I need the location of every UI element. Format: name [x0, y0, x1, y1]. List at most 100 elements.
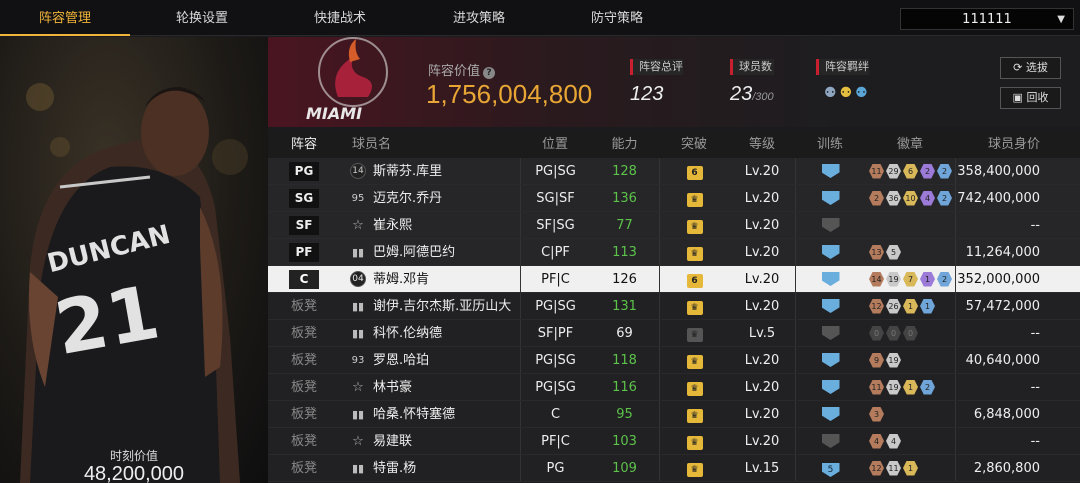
breakthrough-cell[interactable]: ♛ — [659, 401, 729, 427]
bond-group-icon[interactable]: ⚉ — [824, 85, 840, 101]
training-cell[interactable] — [795, 239, 865, 265]
player-count-max: /300 — [752, 91, 774, 103]
table-row[interactable]: 板凳 ▮▮ 特雷.杨 PG 109 ♛ Lv.15 5 12 11 1 2,860,8… — [268, 455, 1080, 482]
lineup-value: 1,756,004,800 — [426, 79, 593, 109]
training-cell[interactable] — [795, 293, 865, 319]
badges-cell[interactable]: 3 — [865, 401, 955, 427]
player-name-cell[interactable]: ☆ 林书豪 — [340, 374, 520, 400]
badges-cell[interactable] — [865, 212, 955, 238]
crown-icon: ♛ — [686, 436, 703, 450]
table-row[interactable]: SG 95 迈克尔.乔丹 SG|SF 136 ♛ Lv.20 2 36 10 4 2 74… — [268, 185, 1080, 212]
breakthrough-cell[interactable]: 6 — [659, 158, 729, 184]
table-row[interactable]: 板凳 ☆ 林书豪 PG|SG 116 ♛ Lv.20 11 19 1 2 -- — [268, 374, 1080, 401]
breakthrough-cell[interactable]: 6 — [659, 266, 729, 292]
breakthrough-cell[interactable]: ♛ — [659, 455, 729, 481]
level-cell: Lv.15 — [744, 461, 780, 476]
select-button[interactable]: ⟳ 选拔 — [1000, 57, 1061, 79]
player-name-cell[interactable]: 95 迈克尔.乔丹 — [340, 185, 520, 211]
player-name-cell[interactable]: 04 蒂姆.邓肯 — [340, 266, 520, 292]
training-cell[interactable] — [795, 185, 865, 211]
table-row[interactable]: PF ▮▮ 巴姆.阿德巴约 C|PF 113 ♛ Lv.20 13 5 11,264… — [268, 239, 1080, 266]
breakthrough-cell[interactable]: ♛ — [659, 185, 729, 211]
player-name-cell[interactable]: ☆ 易建联 — [340, 428, 520, 454]
breakthrough-cell[interactable]: ♛ — [659, 428, 729, 454]
table-row[interactable]: 板凳 ☆ 易建联 PF|C 103 ♛ Lv.20 44 -- — [268, 428, 1080, 455]
table-row[interactable]: PG 14 斯蒂芬.库里 PG|SG 128 6 Lv.20 11 29 6 2 2 35… — [268, 158, 1080, 185]
breakthrough-cell[interactable]: ♛ — [659, 239, 729, 265]
badges-cell[interactable]: 2 36 10 4 2 — [865, 185, 955, 211]
badges-cell[interactable]: 000 — [865, 320, 955, 346]
lineup-slot[interactable]: PF — [268, 239, 340, 265]
bond-group-icon[interactable]: ⚉ — [840, 85, 856, 101]
badges-cell[interactable]: 12 11 1 — [865, 455, 955, 481]
tab-offense-strategy[interactable]: 进攻策略 — [414, 0, 544, 36]
badges-cell[interactable]: 11 19 1 2 — [865, 374, 955, 400]
badges-cell[interactable]: 44 — [865, 428, 955, 454]
table-row[interactable]: C 04 蒂姆.邓肯 PF|C 126 6 Lv.20 14 19 7 1 2 352,0… — [268, 266, 1080, 293]
player-name-cell[interactable]: 93 罗恩.哈珀 — [340, 347, 520, 373]
tab-quick-tactics[interactable]: 快捷战术 — [275, 0, 405, 36]
training-cell[interactable] — [795, 428, 865, 454]
table-row[interactable]: 板凳 93 罗恩.哈珀 PG|SG 118 ♛ Lv.20 9 19 40,640,… — [268, 347, 1080, 374]
badge-icon: 2 — [920, 379, 935, 395]
player-name-cell[interactable]: ▮▮ 巴姆.阿德巴约 — [340, 239, 520, 265]
table-row[interactable]: 板凳 ▮▮ 科怀.伦纳德 SF|PF 69 ♛ Lv.5 000 -- — [268, 320, 1080, 347]
table-row[interactable]: 板凳 ▮▮ 哈桑.怀特塞德 C 95 ♛ Lv.20 3 6,848,000 — [268, 401, 1080, 428]
team-dropdown[interactable]: 111111 ▼ — [900, 8, 1074, 30]
training-cell[interactable] — [795, 347, 865, 373]
bond-icons[interactable]: ⚉⚉⚉ — [824, 85, 871, 101]
lineup-slot[interactable]: 板凳 — [268, 428, 340, 454]
player-value-cell: -- — [955, 320, 1060, 346]
training-shield-icon — [821, 326, 840, 340]
lineup-slot[interactable]: 板凳 — [268, 320, 340, 346]
badges-cell[interactable]: 11 29 6 2 2 — [865, 158, 955, 184]
training-cell[interactable] — [795, 266, 865, 292]
breakthrough-cell[interactable]: ♛ — [659, 347, 729, 373]
lineup-slot[interactable]: 板凳 — [268, 401, 340, 427]
player-name-cell[interactable]: ▮▮ 特雷.杨 — [340, 455, 520, 481]
lineup-slot[interactable]: 板凳 — [268, 347, 340, 373]
lineup-slot[interactable]: C — [268, 266, 340, 292]
training-shield-icon — [821, 191, 840, 205]
tab-defense-strategy[interactable]: 防守策略 — [552, 0, 682, 36]
lineup-slot[interactable]: 板凳 — [268, 374, 340, 400]
player-name-cell[interactable]: ▮▮ 哈桑.怀特塞德 — [340, 401, 520, 427]
badges-cell[interactable]: 9 19 — [865, 347, 955, 373]
breakthrough-cell[interactable]: ♛ — [659, 293, 729, 319]
lineup-slot[interactable]: 板凳 — [268, 455, 340, 481]
slot-label: 板凳 — [290, 353, 317, 368]
table-row[interactable]: 板凳 ▮▮ 谢伊.吉尔杰斯.亚历山大 PG|SG 131 ♛ Lv.20 12 26… — [268, 293, 1080, 320]
breakthrough-cell[interactable]: ♛ — [659, 320, 729, 346]
training-cell[interactable] — [795, 401, 865, 427]
training-cell[interactable] — [795, 212, 865, 238]
lineup-slot[interactable]: SG — [268, 185, 340, 211]
bond-group-icon[interactable]: ⚉ — [855, 85, 871, 101]
player-name-cell[interactable]: ▮▮ 谢伊.吉尔杰斯.亚历山大 — [340, 293, 520, 319]
position-cell: SF|SG — [520, 212, 590, 238]
training-cell[interactable]: 5 — [795, 455, 865, 481]
breakthrough-cell[interactable]: ♛ — [659, 374, 729, 400]
badges-cell[interactable]: 14 19 7 1 2 — [865, 266, 955, 292]
badges-cell[interactable]: 13 5 — [865, 239, 955, 265]
badges-cell[interactable]: 12 26 1 1 — [865, 293, 955, 319]
ability-cell: 113 — [612, 245, 637, 260]
badge-icon: 12 — [869, 460, 884, 476]
lineup-slot[interactable]: 板凳 — [268, 293, 340, 319]
player-name-cell[interactable]: ☆ 崔永熙 — [340, 212, 520, 238]
lineup-slot[interactable]: PG — [268, 158, 340, 184]
training-cell[interactable] — [795, 158, 865, 184]
tab-lineup-management[interactable]: 阵容管理 — [0, 0, 130, 36]
player-name-cell[interactable]: 14 斯蒂芬.库里 — [340, 158, 520, 184]
player-name-cell[interactable]: ▮▮ 科怀.伦纳德 — [340, 320, 520, 346]
lineup-slot[interactable]: SF — [268, 212, 340, 238]
stats-bars-icon: ▮▮ — [351, 326, 365, 340]
table-row[interactable]: SF ☆ 崔永熙 SF|SG 77 ♛ Lv.20 -- — [268, 212, 1080, 239]
breakthrough-cell[interactable]: ♛ — [659, 212, 729, 238]
slot-label: 板凳 — [290, 461, 317, 476]
help-icon[interactable]: ? — [483, 67, 496, 79]
player-name: 科怀.伦纳德 — [373, 325, 443, 341]
training-cell[interactable] — [795, 320, 865, 346]
tab-rotation-settings[interactable]: 轮换设置 — [137, 0, 267, 36]
training-cell[interactable] — [795, 374, 865, 400]
recycle-button[interactable]: ▣ 回收 — [1000, 87, 1061, 109]
